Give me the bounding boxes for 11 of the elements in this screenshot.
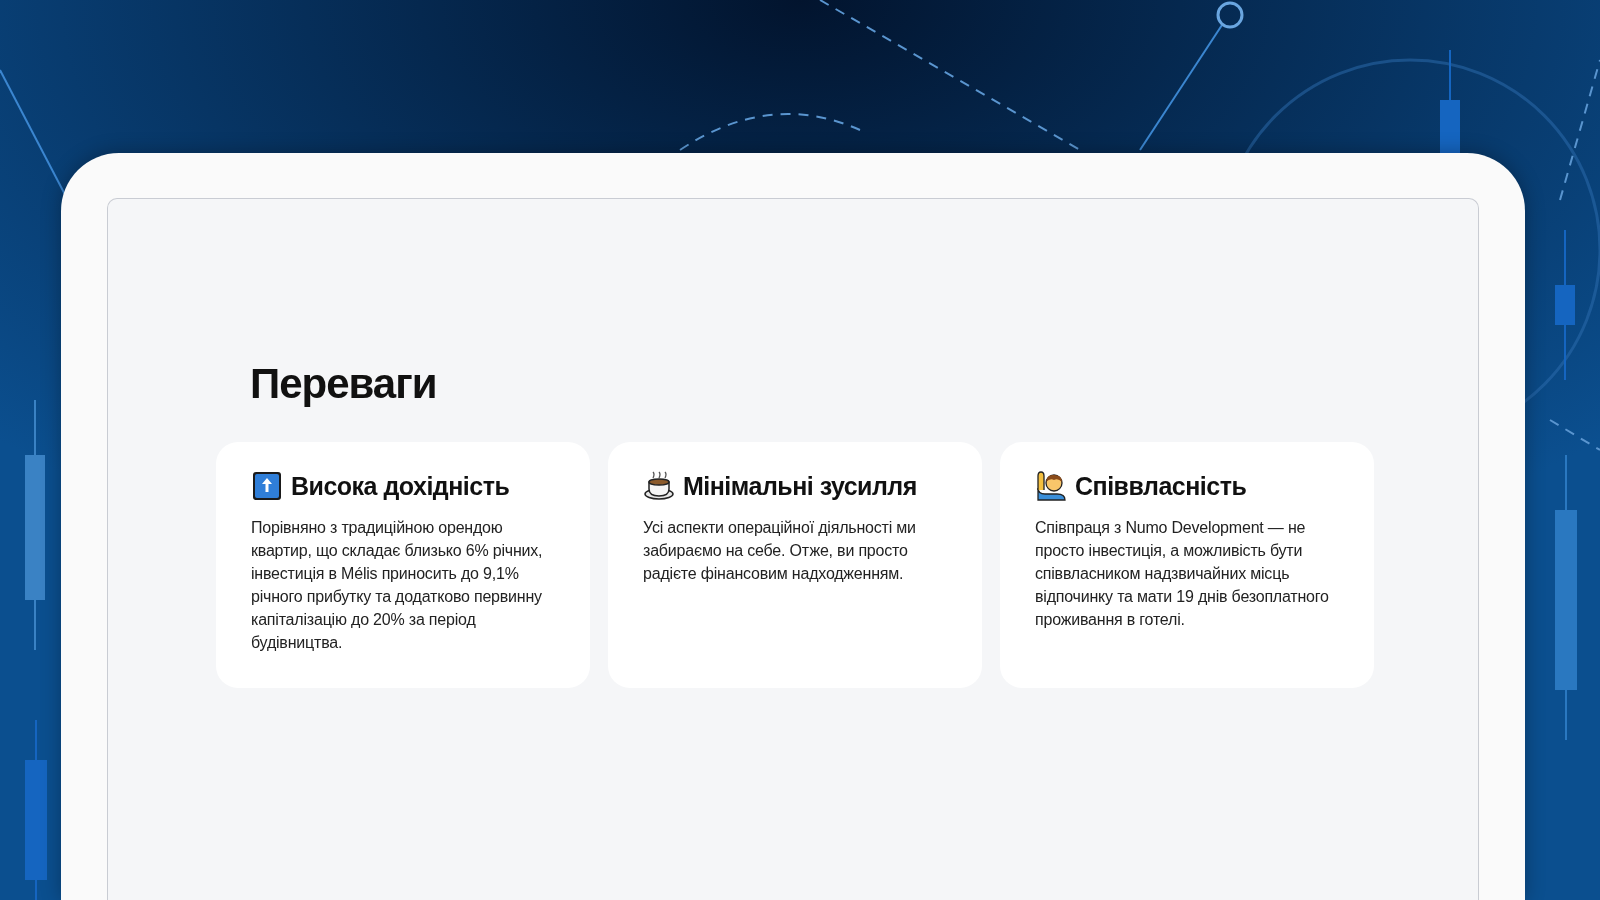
card-title: Співвласність [1075, 471, 1247, 502]
section-heading: Переваги [250, 359, 438, 409]
coffee-cup-icon [643, 470, 675, 503]
arrow-up-icon [251, 470, 283, 503]
card-title: Висока дохідність [291, 471, 510, 502]
person-raising-hand-icon [1035, 470, 1067, 503]
card-text: Співпраця з Numo Development — не просто інвестиція, а можливість бути співвласником надзвичайних місць відпочинку та мати 19 днів безоплатного проживання в готелі. [1035, 518, 1330, 631]
card-text: Порівняно з традиційною орендою квартир, що складає близько 6% річних, інвестиція в Mélis приносить до 9,1% річного прибутку та додатково первинну капіталізацію до 20% за період будівництва. [251, 518, 544, 654]
card-title: Мінімальні зусилля [683, 471, 917, 502]
card-text: Усі аспекти операційної діяльності ми забираємо на себе. Отже, ви просто радієте фінансовим надходженням. [643, 518, 917, 585]
dashed-line [1549, 419, 1600, 451]
